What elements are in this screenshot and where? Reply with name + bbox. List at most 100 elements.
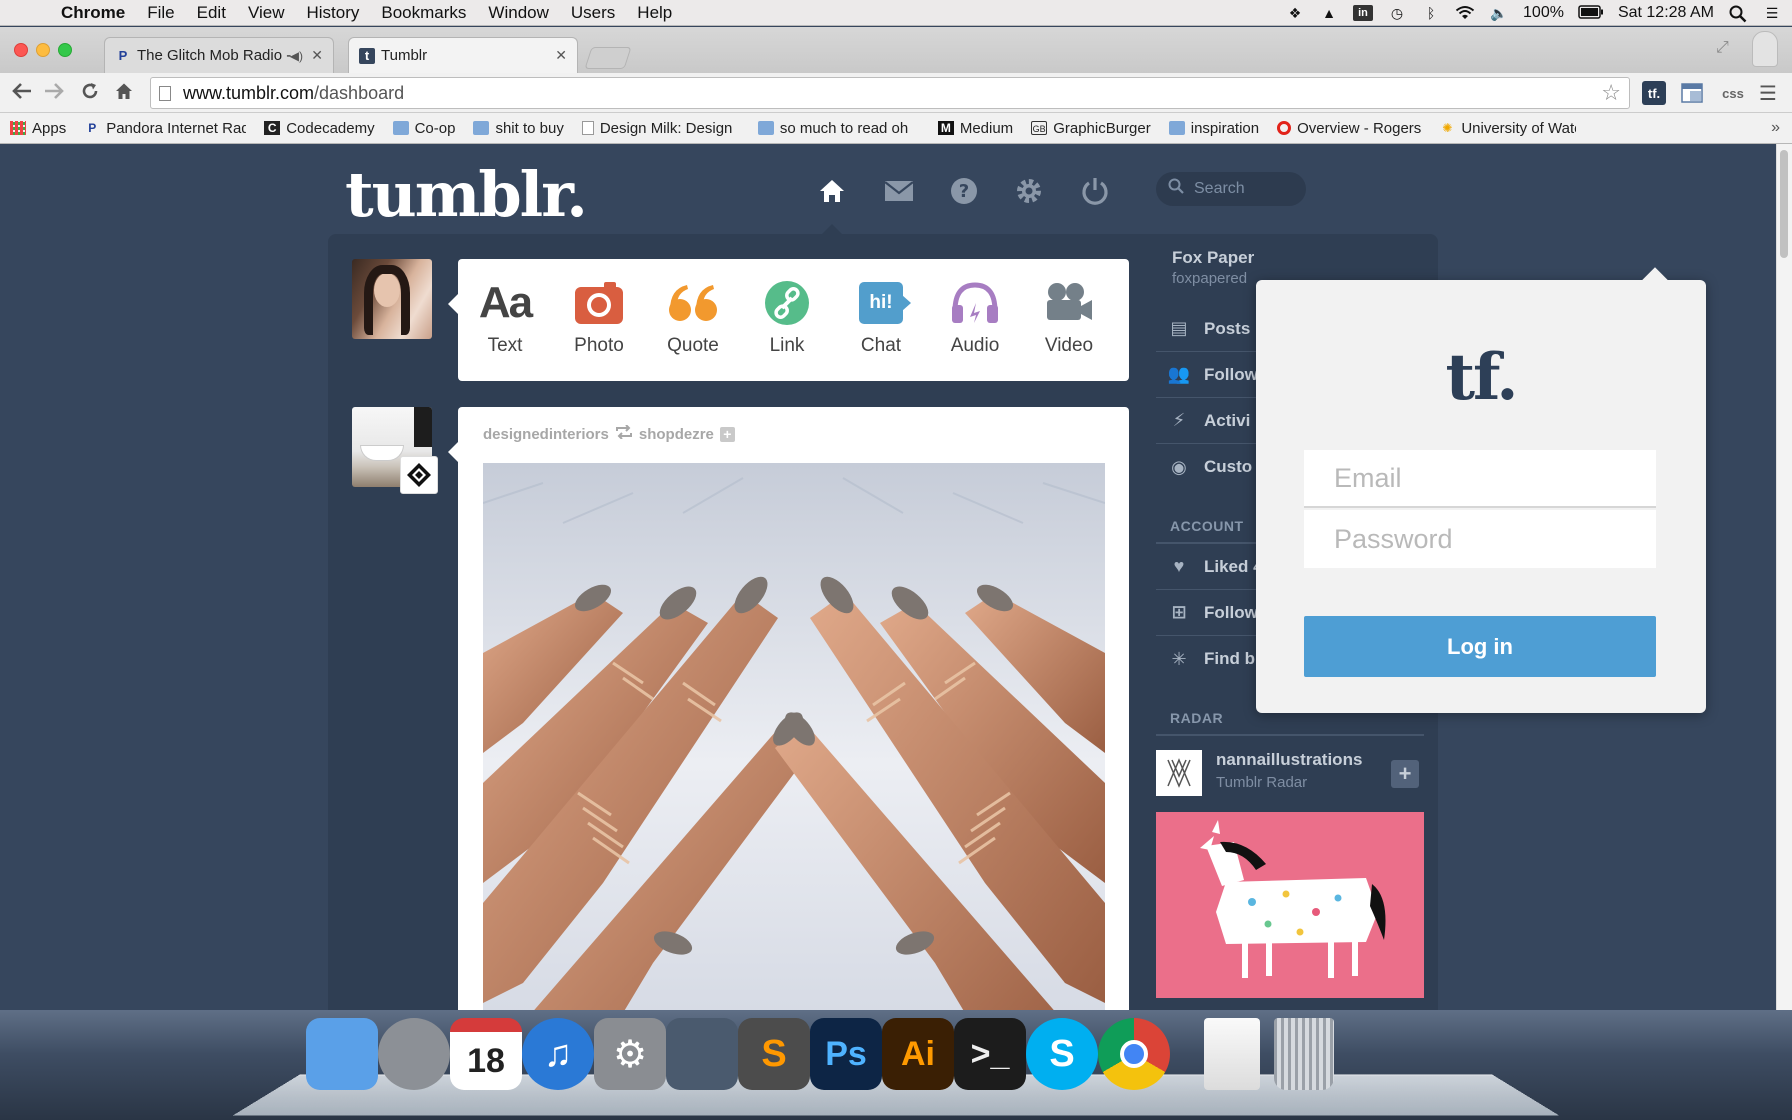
- menubar-clock[interactable]: Sat 12:28 AM: [1618, 4, 1714, 22]
- profile-avatar-icon[interactable]: [1752, 31, 1778, 67]
- email-field[interactable]: [1304, 450, 1656, 508]
- radar-blog-name[interactable]: nannaillustrations: [1216, 750, 1362, 770]
- volume-icon[interactable]: 🔈: [1489, 5, 1509, 21]
- menu-file[interactable]: File: [136, 3, 185, 23]
- tumblr-search-input[interactable]: Search: [1156, 172, 1306, 206]
- bookmark-rogers[interactable]: Overview - Rogers: [1277, 120, 1421, 137]
- radar-image[interactable]: [1156, 812, 1424, 998]
- page-scrollbar[interactable]: [1776, 144, 1792, 1010]
- reload-button[interactable]: [78, 81, 102, 107]
- bookmark-inspiration[interactable]: inspiration: [1168, 120, 1259, 137]
- documents-icon[interactable]: [1204, 1018, 1260, 1090]
- linkedin-icon[interactable]: in: [1353, 5, 1374, 21]
- battery-icon[interactable]: [1578, 5, 1604, 21]
- tab-tumblr[interactable]: t Tumblr ✕: [348, 37, 578, 73]
- launchpad-icon[interactable]: [378, 1018, 450, 1090]
- window-zoom-button[interactable]: [58, 43, 72, 57]
- spotlight-search-icon[interactable]: [1728, 5, 1748, 23]
- radar-blog-avatar[interactable]: [1156, 750, 1202, 796]
- post-type-chat[interactable]: hi! Chat: [834, 277, 928, 357]
- post-type-link[interactable]: Link: [740, 277, 834, 357]
- home-icon[interactable]: [815, 174, 849, 208]
- bookmark-shit-to-buy[interactable]: shit to buy: [473, 120, 564, 137]
- terminal-icon[interactable]: >_: [954, 1018, 1026, 1090]
- notification-center-icon[interactable]: ☰: [1762, 5, 1782, 21]
- post-type-photo[interactable]: Photo: [552, 277, 646, 357]
- bookmarks-overflow-icon[interactable]: »: [1771, 119, 1780, 137]
- bookmark-pandora[interactable]: P Pandora Internet Rad: [84, 120, 246, 137]
- window-close-button[interactable]: [14, 43, 28, 57]
- address-bar[interactable]: www.tumblr.com/dashboard ☆: [150, 77, 1630, 109]
- settings-gear-icon[interactable]: [1012, 174, 1046, 208]
- inbox-icon[interactable]: [882, 174, 916, 208]
- menu-history[interactable]: History: [295, 3, 370, 23]
- user-avatar[interactable]: [352, 259, 432, 339]
- window-resizer-extension-icon[interactable]: [1680, 81, 1704, 105]
- fullscreen-icon[interactable]: ⤢: [1716, 39, 1729, 57]
- github-icon[interactable]: [666, 1018, 738, 1090]
- radar-blog-row[interactable]: nannaillustrations Tumblr Radar +: [1156, 736, 1424, 806]
- bookmark-so-much-to-read[interactable]: so much to read oh: [757, 120, 920, 137]
- back-button[interactable]: [10, 81, 34, 107]
- new-tab-button[interactable]: [584, 47, 632, 69]
- post-author-link[interactable]: designedinteriors: [483, 426, 609, 443]
- post-photo[interactable]: [482, 463, 1106, 1010]
- skype-icon[interactable]: S: [1026, 1018, 1098, 1090]
- calendar-icon[interactable]: 18: [450, 1018, 522, 1090]
- window-minimize-button[interactable]: [36, 43, 50, 57]
- bookmark-co-op[interactable]: Co-op: [392, 120, 455, 137]
- menu-view[interactable]: View: [237, 3, 296, 23]
- reblog-source-link[interactable]: shopdezre: [639, 426, 714, 443]
- google-drive-icon[interactable]: ▲: [1319, 5, 1339, 21]
- system-preferences-icon[interactable]: ⚙: [594, 1018, 666, 1090]
- trash-icon[interactable]: [1274, 1018, 1334, 1090]
- menu-bookmarks[interactable]: Bookmarks: [370, 3, 477, 23]
- forward-button[interactable]: [42, 81, 66, 107]
- post-type-text[interactable]: Aa Text: [458, 277, 552, 357]
- dock-icon-glyph: >_: [970, 1034, 1010, 1073]
- illustrator-icon[interactable]: Ai: [882, 1018, 954, 1090]
- post-type-audio[interactable]: Audio: [928, 277, 1022, 357]
- finder-icon[interactable]: [306, 1018, 378, 1090]
- dropbox-status-icon[interactable]: ❖: [1285, 5, 1305, 21]
- password-field[interactable]: [1304, 510, 1656, 568]
- menu-app-name[interactable]: Chrome: [50, 3, 136, 23]
- scrollbar-thumb[interactable]: [1780, 150, 1788, 258]
- css-viewer-extension-button[interactable]: css: [1718, 81, 1748, 105]
- wifi-icon[interactable]: [1455, 5, 1475, 21]
- menu-window[interactable]: Window: [477, 3, 559, 23]
- tab-close-icon[interactable]: ✕: [311, 47, 323, 64]
- itunes-icon[interactable]: ♫: [522, 1018, 594, 1090]
- time-machine-icon[interactable]: ◷: [1387, 5, 1407, 21]
- bookmark-star-icon[interactable]: ☆: [1601, 78, 1621, 108]
- tab-close-icon[interactable]: ✕: [555, 47, 567, 64]
- radar-follow-button[interactable]: +: [1391, 760, 1419, 788]
- post-type-video[interactable]: Video: [1022, 277, 1116, 357]
- menu-users[interactable]: Users: [560, 3, 626, 23]
- reblog-avatar[interactable]: [400, 456, 438, 494]
- chrome-icon[interactable]: [1098, 1018, 1170, 1090]
- home-button[interactable]: [112, 81, 136, 107]
- bookmark-medium[interactable]: M Medium: [937, 120, 1013, 137]
- photoshop-icon[interactable]: Ps: [810, 1018, 882, 1090]
- bookmark-codecademy[interactable]: C Codecademy: [264, 120, 375, 137]
- bluetooth-icon[interactable]: ᛒ: [1421, 5, 1441, 21]
- follow-plus-icon[interactable]: +: [719, 426, 735, 442]
- menu-help[interactable]: Help: [626, 3, 683, 23]
- tumblr-logo[interactable]: tumblr.: [345, 158, 588, 231]
- bookmark-graphicburger[interactable]: GB GraphicBurger: [1031, 120, 1151, 137]
- bathtub-shape: [360, 445, 404, 461]
- menu-edit[interactable]: Edit: [186, 3, 237, 23]
- chrome-menu-icon[interactable]: ☰: [1756, 81, 1780, 105]
- bookmark-design-milk[interactable]: Design Milk: Design: [581, 120, 740, 137]
- help-icon[interactable]: ?: [947, 174, 981, 208]
- logout-power-icon[interactable]: [1078, 174, 1112, 208]
- post-type-quote[interactable]: Quote: [646, 277, 740, 357]
- bookmark-apps[interactable]: Apps: [10, 120, 66, 137]
- bookmark-uwaterloo[interactable]: ✺ University of Waterlo: [1439, 120, 1576, 137]
- tf-extension-button[interactable]: tf.: [1642, 81, 1666, 105]
- tab-glitch-mob-radio[interactable]: P The Glitch Mob Radio - ◀) ✕: [104, 37, 334, 73]
- sublime-text-icon[interactable]: S: [738, 1018, 810, 1090]
- login-button[interactable]: Log in: [1304, 616, 1656, 677]
- bookmarks-bar: Apps P Pandora Internet Rad C Codecademy C…: [0, 113, 1792, 144]
